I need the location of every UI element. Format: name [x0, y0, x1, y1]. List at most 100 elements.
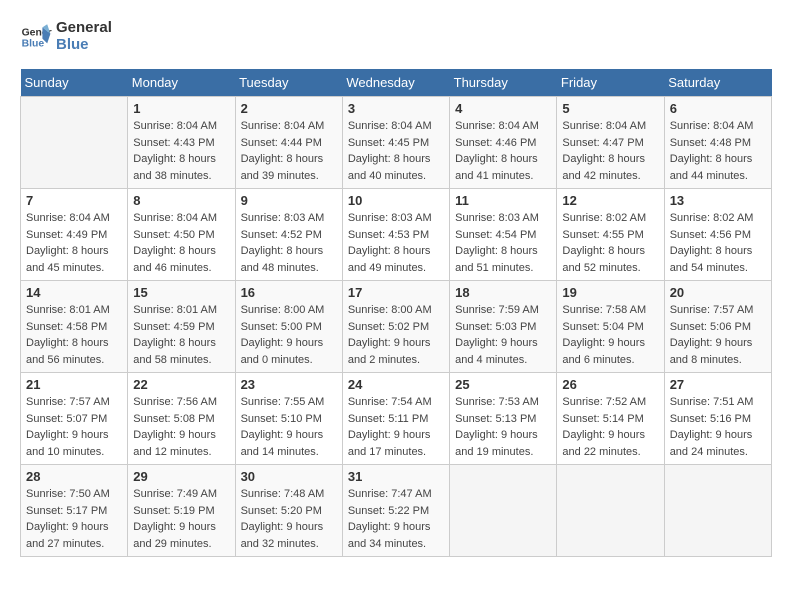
- header-wednesday: Wednesday: [342, 69, 449, 97]
- day-info: Sunrise: 7:48 AM Sunset: 5:20 PM Dayligh…: [241, 486, 337, 552]
- day-info: Sunrise: 7:55 AM Sunset: 5:10 PM Dayligh…: [241, 394, 337, 460]
- logo-text-general: General: [56, 20, 112, 37]
- day-number: 2: [241, 101, 337, 116]
- logo-icon: General Blue: [20, 21, 52, 53]
- header-saturday: Saturday: [664, 69, 771, 97]
- day-number: 22: [133, 377, 229, 392]
- day-number: 31: [348, 469, 444, 484]
- calendar-cell: 13Sunrise: 8:02 AM Sunset: 4:56 PM Dayli…: [664, 189, 771, 281]
- calendar-week-2: 7 Sunrise: 8:04 AM Sunset: 4:49 PM Daylig…: [21, 189, 772, 281]
- day-number: 21: [26, 377, 122, 392]
- day-number: 17: [348, 285, 444, 300]
- day-info: Sunrise: 8:04 AM Sunset: 4:46 PM Dayligh…: [455, 118, 551, 184]
- calendar-cell: [557, 465, 664, 557]
- day-info: Sunrise: 8:04 AM Sunset: 4:50 PM Dayligh…: [133, 210, 229, 276]
- day-info: Sunrise: 8:04 AM Sunset: 4:45 PM Dayligh…: [348, 118, 444, 184]
- calendar-week-5: 28 Sunrise: 7:50 AM Sunset: 5:17 PM Dayli…: [21, 465, 772, 557]
- day-info: Sunrise: 8:00 AM Sunset: 5:00 PM Dayligh…: [241, 302, 337, 368]
- calendar-cell: [664, 465, 771, 557]
- day-info: Sunrise: 7:56 AM Sunset: 5:08 PM Dayligh…: [133, 394, 229, 460]
- calendar-cell: 28 Sunrise: 7:50 AM Sunset: 5:17 PM Dayli…: [21, 465, 128, 557]
- day-info: Sunrise: 7:54 AM Sunset: 5:11 PM Dayligh…: [348, 394, 444, 460]
- header-tuesday: Tuesday: [235, 69, 342, 97]
- day-number: 10: [348, 193, 444, 208]
- svg-text:Blue: Blue: [22, 38, 45, 49]
- day-info: Sunrise: 8:03 AM Sunset: 4:54 PM Dayligh…: [455, 210, 551, 276]
- header-thursday: Thursday: [450, 69, 557, 97]
- calendar-cell: [21, 97, 128, 189]
- day-info: Sunrise: 7:49 AM Sunset: 5:19 PM Dayligh…: [133, 486, 229, 552]
- day-info: Sunrise: 8:04 AM Sunset: 4:43 PM Dayligh…: [133, 118, 229, 184]
- calendar-header-row: SundayMondayTuesdayWednesdayThursdayFrid…: [21, 69, 772, 97]
- day-info: Sunrise: 8:04 AM Sunset: 4:47 PM Dayligh…: [562, 118, 658, 184]
- calendar-cell: 30Sunrise: 7:48 AM Sunset: 5:20 PM Dayli…: [235, 465, 342, 557]
- day-info: Sunrise: 8:03 AM Sunset: 4:53 PM Dayligh…: [348, 210, 444, 276]
- day-number: 6: [670, 101, 766, 116]
- day-info: Sunrise: 7:58 AM Sunset: 5:04 PM Dayligh…: [562, 302, 658, 368]
- calendar-cell: 18 Sunrise: 7:59 AM Sunset: 5:03 PM Dayli…: [450, 281, 557, 373]
- day-number: 19: [562, 285, 658, 300]
- day-number: 26: [562, 377, 658, 392]
- day-number: 28: [26, 469, 122, 484]
- day-number: 11: [455, 193, 551, 208]
- calendar-cell: 29Sunrise: 7:49 AM Sunset: 5:19 PM Dayli…: [128, 465, 235, 557]
- header-monday: Monday: [128, 69, 235, 97]
- calendar-cell: 9 Sunrise: 8:03 AM Sunset: 4:52 PM Daylig…: [235, 189, 342, 281]
- calendar-cell: 4 Sunrise: 8:04 AM Sunset: 4:46 PM Daylig…: [450, 97, 557, 189]
- calendar-cell: 26 Sunrise: 7:52 AM Sunset: 5:14 PM Dayli…: [557, 373, 664, 465]
- day-number: 15: [133, 285, 229, 300]
- calendar-cell: 31 Sunrise: 7:47 AM Sunset: 5:22 PM Dayli…: [342, 465, 449, 557]
- logo-text-blue: Blue: [56, 37, 112, 54]
- day-number: 25: [455, 377, 551, 392]
- calendar-cell: 6Sunrise: 8:04 AM Sunset: 4:48 PM Daylig…: [664, 97, 771, 189]
- calendar-week-4: 21 Sunrise: 7:57 AM Sunset: 5:07 PM Dayli…: [21, 373, 772, 465]
- calendar-cell: 19 Sunrise: 7:58 AM Sunset: 5:04 PM Dayli…: [557, 281, 664, 373]
- calendar-cell: 1 Sunrise: 8:04 AM Sunset: 4:43 PM Daylig…: [128, 97, 235, 189]
- day-number: 9: [241, 193, 337, 208]
- day-number: 1: [133, 101, 229, 116]
- calendar-cell: 8 Sunrise: 8:04 AM Sunset: 4:50 PM Daylig…: [128, 189, 235, 281]
- header-sunday: Sunday: [21, 69, 128, 97]
- page-header: General Blue General Blue: [20, 20, 772, 53]
- day-number: 18: [455, 285, 551, 300]
- calendar-cell: 12 Sunrise: 8:02 AM Sunset: 4:55 PM Dayli…: [557, 189, 664, 281]
- logo: General Blue General Blue: [20, 20, 112, 53]
- calendar-cell: 5Sunrise: 8:04 AM Sunset: 4:47 PM Daylig…: [557, 97, 664, 189]
- calendar-cell: 20Sunrise: 7:57 AM Sunset: 5:06 PM Dayli…: [664, 281, 771, 373]
- day-info: Sunrise: 8:04 AM Sunset: 4:49 PM Dayligh…: [26, 210, 122, 276]
- calendar-cell: 10 Sunrise: 8:03 AM Sunset: 4:53 PM Dayli…: [342, 189, 449, 281]
- calendar-cell: 22 Sunrise: 7:56 AM Sunset: 5:08 PM Dayli…: [128, 373, 235, 465]
- day-info: Sunrise: 7:57 AM Sunset: 5:07 PM Dayligh…: [26, 394, 122, 460]
- calendar-cell: 25Sunrise: 7:53 AM Sunset: 5:13 PM Dayli…: [450, 373, 557, 465]
- calendar-table: SundayMondayTuesdayWednesdayThursdayFrid…: [20, 69, 772, 557]
- day-info: Sunrise: 8:02 AM Sunset: 4:56 PM Dayligh…: [670, 210, 766, 276]
- day-info: Sunrise: 8:03 AM Sunset: 4:52 PM Dayligh…: [241, 210, 337, 276]
- day-number: 12: [562, 193, 658, 208]
- day-number: 4: [455, 101, 551, 116]
- day-number: 7: [26, 193, 122, 208]
- calendar-cell: 16Sunrise: 8:00 AM Sunset: 5:00 PM Dayli…: [235, 281, 342, 373]
- day-info: Sunrise: 7:52 AM Sunset: 5:14 PM Dayligh…: [562, 394, 658, 460]
- calendar-cell: 15Sunrise: 8:01 AM Sunset: 4:59 PM Dayli…: [128, 281, 235, 373]
- calendar-cell: 2 Sunrise: 8:04 AM Sunset: 4:44 PM Daylig…: [235, 97, 342, 189]
- calendar-week-3: 14Sunrise: 8:01 AM Sunset: 4:58 PM Dayli…: [21, 281, 772, 373]
- day-number: 8: [133, 193, 229, 208]
- day-number: 14: [26, 285, 122, 300]
- calendar-cell: 3 Sunrise: 8:04 AM Sunset: 4:45 PM Daylig…: [342, 97, 449, 189]
- calendar-cell: 14Sunrise: 8:01 AM Sunset: 4:58 PM Dayli…: [21, 281, 128, 373]
- day-info: Sunrise: 8:04 AM Sunset: 4:44 PM Dayligh…: [241, 118, 337, 184]
- day-info: Sunrise: 8:02 AM Sunset: 4:55 PM Dayligh…: [562, 210, 658, 276]
- day-info: Sunrise: 7:57 AM Sunset: 5:06 PM Dayligh…: [670, 302, 766, 368]
- day-info: Sunrise: 7:50 AM Sunset: 5:17 PM Dayligh…: [26, 486, 122, 552]
- day-number: 23: [241, 377, 337, 392]
- day-info: Sunrise: 7:47 AM Sunset: 5:22 PM Dayligh…: [348, 486, 444, 552]
- header-friday: Friday: [557, 69, 664, 97]
- calendar-cell: 21 Sunrise: 7:57 AM Sunset: 5:07 PM Dayli…: [21, 373, 128, 465]
- calendar-cell: [450, 465, 557, 557]
- day-number: 3: [348, 101, 444, 116]
- day-info: Sunrise: 7:59 AM Sunset: 5:03 PM Dayligh…: [455, 302, 551, 368]
- day-number: 27: [670, 377, 766, 392]
- day-info: Sunrise: 8:00 AM Sunset: 5:02 PM Dayligh…: [348, 302, 444, 368]
- calendar-cell: 17 Sunrise: 8:00 AM Sunset: 5:02 PM Dayli…: [342, 281, 449, 373]
- calendar-cell: 24Sunrise: 7:54 AM Sunset: 5:11 PM Dayli…: [342, 373, 449, 465]
